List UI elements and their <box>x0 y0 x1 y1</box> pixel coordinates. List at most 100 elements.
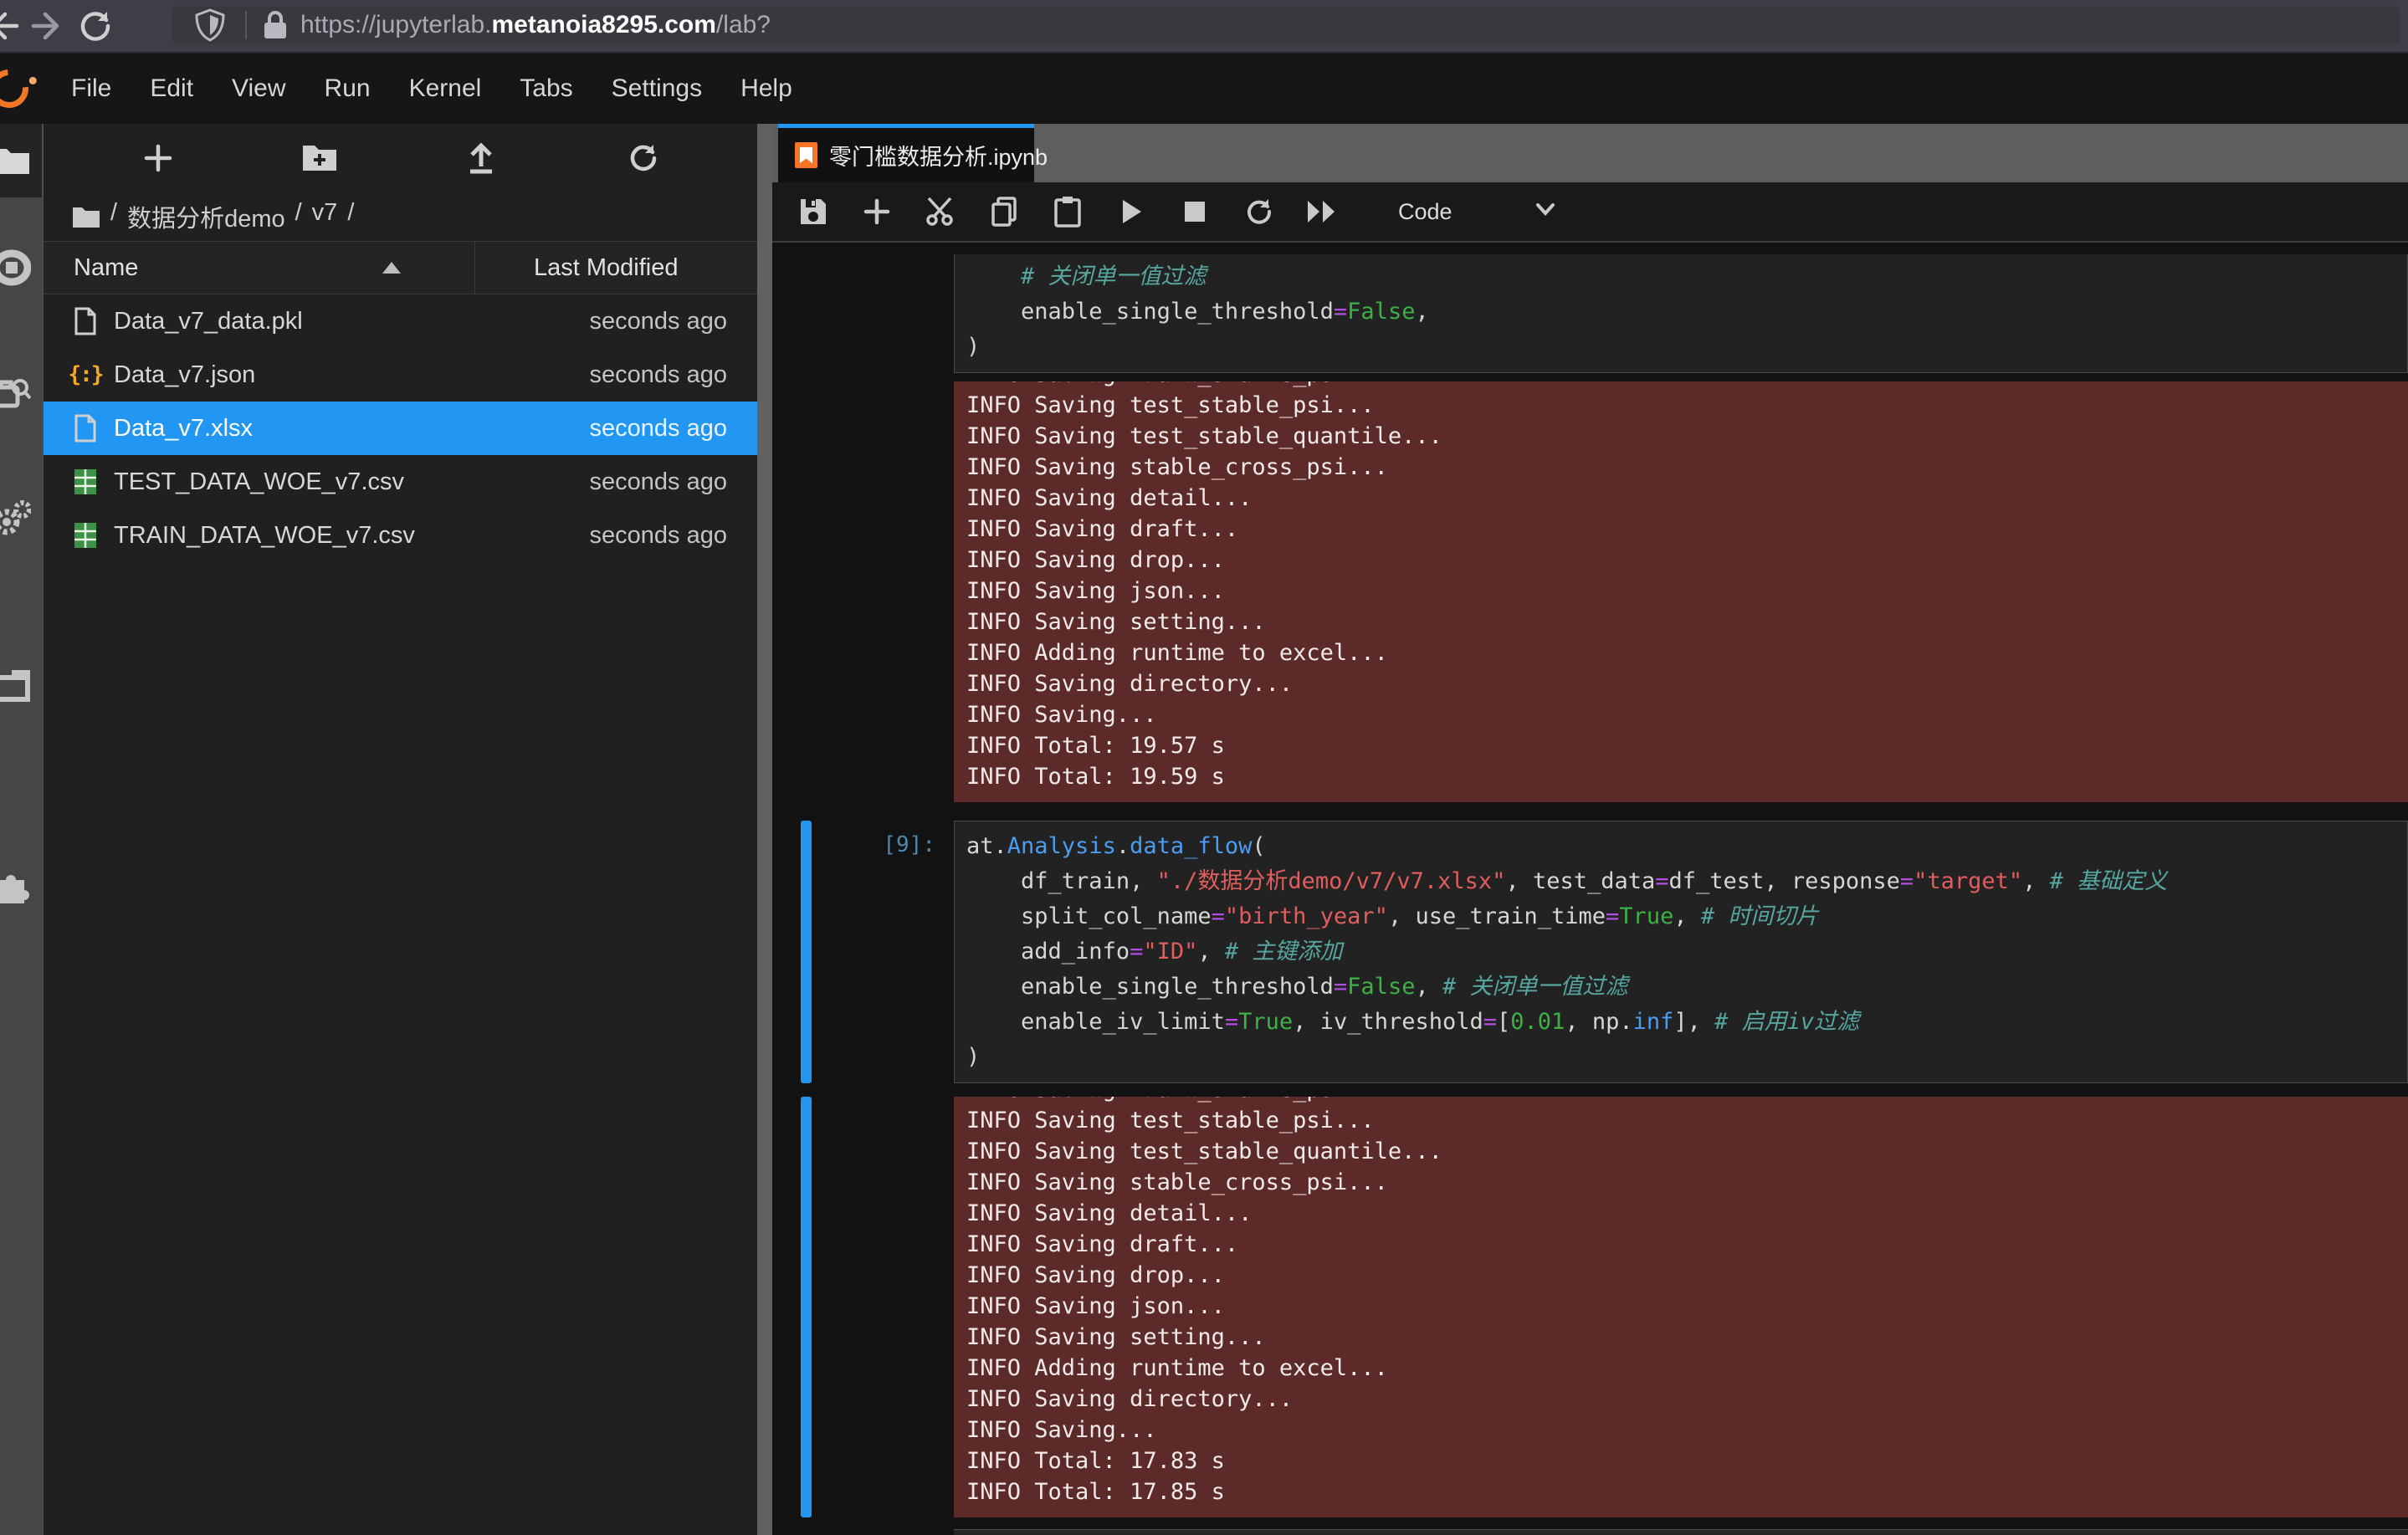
menu-item-kernel[interactable]: Kernel <box>390 54 501 124</box>
new-launcher-button[interactable] <box>133 133 183 183</box>
save-icon <box>799 197 827 226</box>
menu-item-help[interactable]: Help <box>721 54 812 124</box>
log-line: INFO Saving... <box>966 1415 2408 1445</box>
cell-collapser[interactable] <box>801 1097 812 1517</box>
menu-item-view[interactable]: View <box>213 54 305 124</box>
notebook-tab[interactable]: 零门槛数据分析.ipynb <box>778 124 1034 182</box>
column-header-name[interactable]: Name <box>44 254 474 282</box>
notebook-panel: 零门槛数据分析.ipynb Code # 关闭单一值过滤 enable_sing… <box>772 124 2408 1535</box>
cell-collapser[interactable] <box>801 381 812 802</box>
log-line: INFO Adding runtime to excel... <box>966 1353 2408 1384</box>
restart-icon <box>1243 197 1273 227</box>
log-line: INFO Saving directory... <box>966 1384 2408 1415</box>
browser-back-icon[interactable] <box>0 3 25 49</box>
log-line: INFO Total: 17.85 s <box>966 1476 2408 1507</box>
menu-item-run[interactable]: Run <box>305 54 390 124</box>
run-button[interactable] <box>1112 192 1150 231</box>
home-folder-icon[interactable] <box>72 205 100 228</box>
url-text[interactable]: https://jupyterlab.metanoia8295.com/lab? <box>300 11 771 39</box>
sidebar-item-filebrowser[interactable] <box>0 124 42 197</box>
paste-button[interactable] <box>1048 192 1087 231</box>
code-cell: # 关闭单一值过滤 enable_single_threshold=False,… <box>772 254 2408 373</box>
file-row[interactable]: TRAIN_DATA_WOE_v7.csvseconds ago <box>44 509 757 562</box>
notebook-toolbar: Code <box>772 182 2408 243</box>
tabs-icon <box>0 669 31 703</box>
upload-icon <box>465 141 497 175</box>
code-editor[interactable]: at.Analysis.data_flow( df_train, "./数据分析… <box>954 821 2408 1083</box>
sidebar-item-extensions[interactable] <box>0 870 31 903</box>
cut-icon <box>925 197 956 227</box>
next-cell-edge <box>954 1529 2408 1535</box>
cell-type-dropdown[interactable]: Code <box>1398 199 1452 225</box>
url-bar[interactable]: https://jupyterlab.metanoia8295.com/lab? <box>172 6 2400 44</box>
cell-prompt <box>812 381 954 802</box>
cell-collapser[interactable] <box>801 254 812 373</box>
menu-item-tabs[interactable]: Tabs <box>500 54 592 124</box>
menu-item-edit[interactable]: Edit <box>131 54 213 124</box>
log-line: INFO Total: 19.57 s <box>966 730 2408 761</box>
sidebar-item-gears[interactable] <box>0 502 31 535</box>
column-header-modified[interactable]: Last Modified <box>474 242 757 294</box>
log-line: INFO Total: 17.83 s <box>966 1445 2408 1476</box>
jupyterlab-menubar: FileEditViewRunKernelTabsSettingsHelp <box>0 54 2408 124</box>
breadcrumb-separator: / <box>347 199 354 234</box>
sidebar-item-running-sessions[interactable] <box>0 251 31 284</box>
log-line: INFO Saving... <box>966 699 2408 730</box>
cut-button[interactable] <box>921 192 960 231</box>
gears-icon <box>0 500 31 537</box>
extensions-icon <box>0 868 31 905</box>
refresh-button[interactable] <box>617 133 668 183</box>
file-list-header: Name Last Modified <box>44 241 757 294</box>
log-line: INFO Saving stable_cross_psi... <box>966 1167 2408 1198</box>
notebook-cells: # 关闭单一值过滤 enable_single_threshold=False,… <box>772 243 2408 1535</box>
file-row[interactable]: Data_v7_data.pklseconds ago <box>44 294 757 348</box>
file-row[interactable]: TEST_DATA_WOE_v7.csvseconds ago <box>44 455 757 509</box>
file-modified: seconds ago <box>590 468 727 496</box>
chevron-down-icon[interactable] <box>1533 202 1558 223</box>
tab-bar: 零门槛数据分析.ipynb <box>772 124 2408 182</box>
cell-prompt <box>812 1097 954 1517</box>
output-cell: INFO Saving train_stable_psi... INFO Savi… <box>772 381 2408 802</box>
upload-button[interactable] <box>456 133 506 183</box>
log-line: INFO Saving stable_cross_psi... <box>966 452 2408 483</box>
log-line: INFO Saving drop... <box>966 545 2408 576</box>
log-line: INFO Saving drop... <box>966 1260 2408 1291</box>
workspace: /数据分析demo/v7/ Name Last Modified Data_v7… <box>0 124 2408 1535</box>
file-list: Data_v7_data.pklseconds ago{:}Data_v7.js… <box>44 294 757 1535</box>
menu-item-settings[interactable]: Settings <box>592 54 721 124</box>
paste-icon <box>1054 196 1081 228</box>
lock-icon[interactable] <box>259 2 292 49</box>
url-divider <box>245 11 247 39</box>
file-modified: seconds ago <box>590 415 727 443</box>
fastforward-button[interactable] <box>1303 192 1341 231</box>
breadcrumb-item[interactable]: v7 <box>312 199 338 234</box>
copy-button[interactable] <box>985 192 1023 231</box>
save-button[interactable] <box>794 192 833 231</box>
sidebar-item-tabs[interactable] <box>0 669 31 703</box>
running-sessions-icon <box>0 249 31 286</box>
new-folder-button[interactable] <box>295 133 345 183</box>
clipped-log-line: INFO Saving train_stable_psi... <box>966 381 2408 390</box>
menu-item-file[interactable]: File <box>52 54 131 124</box>
panel-splitter[interactable] <box>757 124 772 1535</box>
stop-button[interactable] <box>1176 192 1214 231</box>
cell-collapser[interactable] <box>801 821 812 1083</box>
log-line: INFO Saving test_stable_quantile... <box>966 1136 2408 1167</box>
browser-reload-icon[interactable] <box>72 3 119 49</box>
file-row[interactable]: Data_v7.xlsxseconds ago <box>44 402 757 455</box>
new-launcher-icon <box>141 141 175 175</box>
breadcrumb-separator: / <box>110 199 117 234</box>
add-button[interactable] <box>858 192 896 231</box>
code-editor[interactable]: # 关闭单一值过滤 enable_single_threshold=False,… <box>954 254 2408 373</box>
restart-button[interactable] <box>1239 192 1278 231</box>
file-name: TRAIN_DATA_WOE_v7.csv <box>114 522 415 550</box>
tracking-shield-icon[interactable] <box>187 2 233 49</box>
breadcrumb-item[interactable]: 数据分析demo <box>127 199 285 234</box>
browser-forward-icon[interactable] <box>25 3 72 49</box>
sidebar-item-inspector[interactable] <box>0 376 31 410</box>
stderr-output: INFO Saving train_stable_psi... INFO Savi… <box>954 381 2408 802</box>
file-row[interactable]: {:}Data_v7.jsonseconds ago <box>44 348 757 402</box>
stop-icon <box>1183 200 1207 223</box>
copy-icon <box>990 197 1018 227</box>
notebook-file-icon <box>795 142 817 168</box>
